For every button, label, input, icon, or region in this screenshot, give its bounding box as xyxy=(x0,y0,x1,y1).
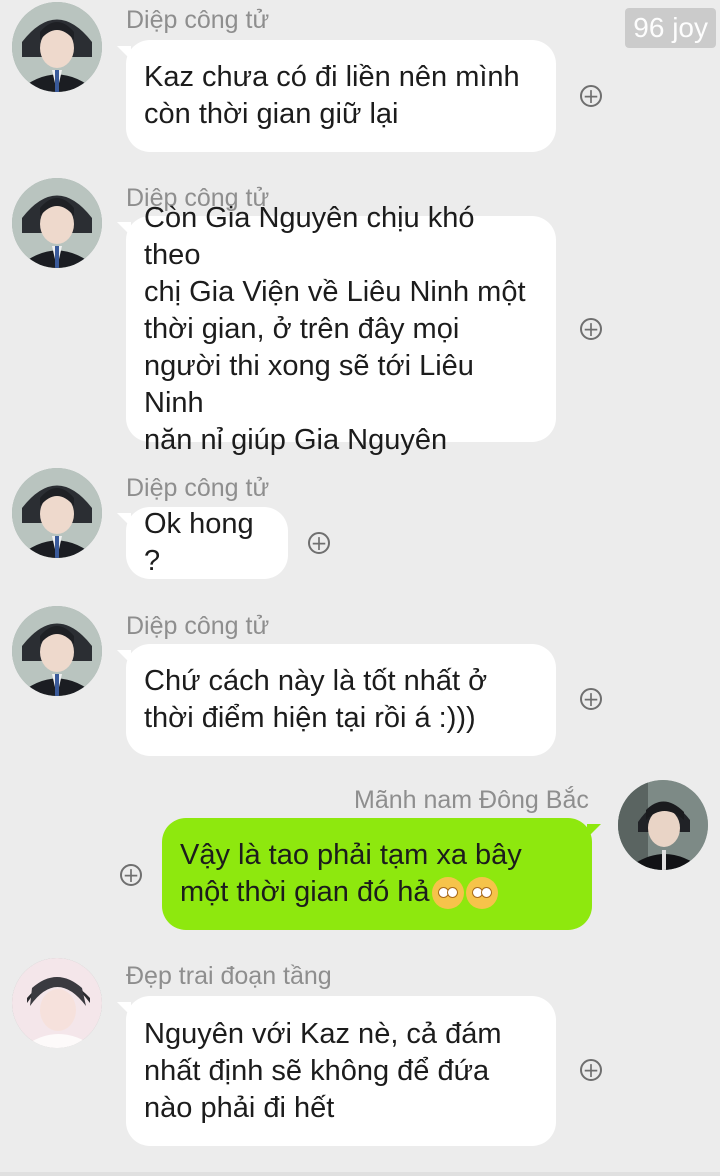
message-bubble[interactable]: Kaz chưa có đi liền nên mình còn thời gi… xyxy=(117,40,556,152)
add-reaction-icon[interactable]: + xyxy=(308,532,330,554)
avatar[interactable] xyxy=(12,2,102,92)
message-bubble[interactable]: Còn Gia Nguyên chịu khó theo chị Gia Việ… xyxy=(117,202,556,456)
message-text: Còn Gia Nguyên chịu khó theo chị Gia Việ… xyxy=(144,201,526,456)
avatar[interactable] xyxy=(12,178,102,268)
sender-name: Mãnh nam Đông Bắc xyxy=(354,786,589,814)
avatar[interactable] xyxy=(12,468,102,558)
message-text: Vậy là tao phải tạm xa bây một thời gian… xyxy=(180,837,522,911)
message-bubble[interactable]: Chứ cách này là tốt nhất ở thời điểm hiệ… xyxy=(117,644,556,756)
sender-name: Đẹp trai đoạn tầng xyxy=(126,962,332,990)
add-reaction-icon[interactable]: + xyxy=(580,1059,602,1081)
divider xyxy=(0,1172,720,1176)
pleading-face-icon xyxy=(465,877,498,910)
add-reaction-icon[interactable]: + xyxy=(580,85,602,107)
message-bubble[interactable]: Vậy là tao phải tạm xa bây một thời gian… xyxy=(162,818,601,930)
avatar[interactable] xyxy=(618,780,708,870)
add-reaction-icon[interactable]: + xyxy=(580,688,602,710)
sender-name: Diệp công tử xyxy=(126,6,270,34)
avatar[interactable] xyxy=(12,606,102,696)
message-text: Ok hong ? xyxy=(144,508,254,577)
message-text: Kaz chưa có đi liền nên mình còn thời gi… xyxy=(144,61,520,130)
pleading-face-icon xyxy=(431,877,464,910)
avatar[interactable] xyxy=(12,958,102,1048)
message-text: Nguyên với Kaz nè, cả đám nhất định sẽ k… xyxy=(144,1017,502,1124)
message-bubble[interactable]: Nguyên với Kaz nè, cả đám nhất định sẽ k… xyxy=(117,996,556,1146)
add-reaction-icon[interactable]: + xyxy=(580,318,602,340)
message-bubble[interactable]: Ok hong ? xyxy=(117,507,288,579)
add-reaction-icon[interactable]: + xyxy=(120,864,142,886)
sender-name: Diệp công tử xyxy=(126,612,270,640)
watermark: 96 joy xyxy=(625,8,716,48)
sender-name: Diệp công tử xyxy=(126,474,270,502)
message-text: Chứ cách này là tốt nhất ở thời điểm hiệ… xyxy=(144,665,488,734)
